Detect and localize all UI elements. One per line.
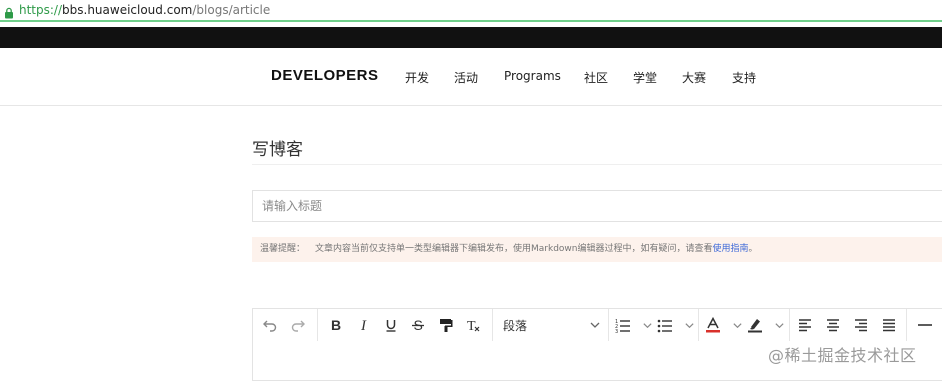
svg-text:B: B (331, 318, 341, 332)
clear-format-icon[interactable]: T (462, 309, 484, 341)
article-title-input[interactable] (252, 190, 942, 222)
top-black-band (0, 27, 942, 48)
url-text[interactable]: https://bbs.huaweicloud.com/blogs/articl… (19, 3, 270, 17)
nav-item-contest[interactable]: 大赛 (682, 69, 706, 86)
ordered-list-icon: 123 (615, 319, 630, 333)
paragraph-select-label: 段落 (503, 318, 528, 333)
toolbar-separator (608, 309, 609, 341)
toolbar-separator (906, 309, 907, 341)
nav-item-dev[interactable]: 开发 (405, 69, 429, 86)
notice-label: 温馨提醒： (260, 244, 306, 254)
toolbar-separator (698, 309, 699, 341)
toolbar-separator (789, 309, 790, 341)
align-justify-icon[interactable] (878, 309, 900, 341)
toolbar-separator (492, 309, 493, 341)
chevron-down-icon (590, 322, 600, 328)
lock-icon (3, 4, 15, 19)
watermark: @稀土掘金技术社区 (768, 346, 917, 365)
page-title: 写博客 (252, 140, 303, 160)
font-color-button[interactable] (705, 309, 743, 341)
align-left-icon[interactable] (794, 309, 816, 341)
svg-text:3: 3 (615, 329, 618, 333)
horizontal-rule-icon[interactable] (914, 309, 936, 341)
nav-item-support[interactable]: 支持 (732, 69, 756, 86)
bullet-list-button[interactable] (657, 309, 695, 341)
chevron-down-icon (733, 322, 742, 328)
notice-banner: 温馨提醒： 文章内容当前仅支持单一类型编辑器下编辑发布，使用Markdown编辑器… (252, 237, 942, 262)
chevron-down-icon (775, 322, 784, 328)
format-painter-icon[interactable] (435, 309, 457, 341)
bold-icon[interactable]: B (325, 309, 347, 341)
italic-icon[interactable]: I (353, 309, 375, 341)
highlight-color-button[interactable] (747, 309, 785, 341)
nav-item-activities[interactable]: 活动 (454, 69, 478, 86)
font-color-icon (706, 317, 720, 333)
align-right-icon[interactable] (850, 309, 872, 341)
notice-end: 。 (748, 244, 758, 254)
nav-item-programs[interactable]: Programs (504, 69, 561, 83)
url-scheme: https:// (19, 3, 63, 17)
url-path: /blogs/article (192, 3, 271, 17)
editor-toolbar: B I S T 段落 123 (252, 308, 942, 342)
title-divider (252, 164, 942, 165)
redo-icon[interactable] (287, 309, 309, 341)
highlight-icon (748, 319, 762, 333)
url-host: bbs.huaweicloud.com (62, 3, 193, 17)
chevron-down-icon (685, 322, 694, 328)
svg-text:T: T (467, 319, 476, 333)
nav-item-academy[interactable]: 学堂 (633, 69, 657, 86)
site-header: DEVELOPERS 开发 活动 Programs 社区 学堂 大赛 支持 (0, 48, 942, 106)
paragraph-format-select[interactable]: 段落 (500, 309, 604, 341)
chevron-down-icon (643, 322, 652, 328)
underline-icon[interactable] (380, 309, 402, 341)
brand-logo[interactable]: DEVELOPERS (271, 67, 379, 84)
align-center-icon[interactable] (822, 309, 844, 341)
notice-text: 文章内容当前仅支持单一类型编辑器下编辑发布，使用Markdown编辑器过程中，如… (315, 244, 713, 254)
ordered-list-button[interactable]: 123 (615, 309, 653, 341)
strikethrough-icon[interactable]: S (407, 309, 429, 341)
toolbar-separator (317, 309, 318, 341)
guide-link[interactable]: 使用指南 (713, 244, 749, 254)
svg-text:I: I (360, 318, 367, 332)
bullet-list-icon (657, 319, 672, 333)
undo-icon[interactable] (259, 309, 281, 341)
nav-item-community[interactable]: 社区 (584, 69, 608, 86)
browser-address-bar[interactable]: https://bbs.huaweicloud.com/blogs/articl… (0, 0, 942, 22)
